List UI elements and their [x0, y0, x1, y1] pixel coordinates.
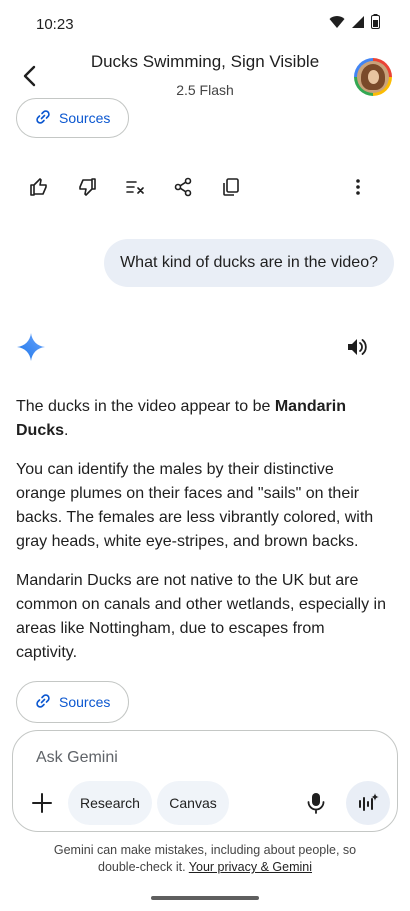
response-actions — [22, 170, 392, 204]
live-button[interactable] — [346, 781, 390, 825]
answer-p1-suffix: . — [64, 422, 69, 439]
conversation-title: Ducks Swimming, Sign Visible — [90, 52, 320, 71]
prompt-input[interactable]: Ask Gemini — [36, 749, 118, 767]
signal-icon — [351, 15, 365, 34]
share-icon[interactable] — [166, 170, 200, 204]
answer-paragraph-3: Mandarin Ducks are not native to the UK … — [16, 572, 386, 661]
battery-icon — [371, 14, 380, 34]
sources-chip[interactable]: Sources — [16, 681, 130, 723]
answer-p1-text: The ducks in the video appear to be — [16, 398, 275, 415]
research-button[interactable]: Research — [68, 781, 152, 825]
gemini-sparkle-icon — [16, 332, 46, 362]
status-time: 10:23 — [36, 16, 74, 33]
plus-icon — [32, 793, 52, 813]
answer-paragraph-2: You can identify the males by their dist… — [16, 461, 374, 550]
user-message-text: What kind of ducks are in the video? — [120, 254, 378, 271]
disclaimer: Gemini can make mistakes, including abou… — [40, 842, 370, 876]
privacy-link[interactable]: Your privacy & Gemini — [189, 860, 312, 874]
link-icon — [35, 109, 51, 128]
status-bar: 10:23 — [0, 0, 410, 50]
home-indicator[interactable] — [151, 896, 259, 900]
more-options-icon[interactable] — [341, 170, 375, 204]
add-button[interactable] — [28, 789, 56, 817]
sources-label: Sources — [59, 110, 111, 126]
microphone-icon — [307, 793, 325, 814]
microphone-button[interactable] — [303, 790, 329, 816]
modify-response-icon[interactable] — [118, 170, 152, 204]
avatar[interactable] — [354, 58, 392, 96]
canvas-button[interactable]: Canvas — [157, 781, 229, 825]
sources-label: Sources — [59, 694, 111, 710]
link-icon — [35, 693, 51, 712]
answer-paragraph-1: The ducks in the video appear to be Mand… — [16, 395, 386, 443]
wifi-icon — [329, 15, 345, 34]
thumbs-down-icon[interactable] — [70, 170, 104, 204]
sources-chip-top[interactable]: Sources — [16, 98, 130, 138]
user-message-bubble: What kind of ducks are in the video? — [104, 239, 394, 287]
status-icons — [329, 14, 380, 34]
copy-icon[interactable] — [214, 170, 248, 204]
model-name[interactable]: 2.5 Flash — [0, 82, 410, 98]
thumbs-up-icon[interactable] — [22, 170, 56, 204]
speaker-icon[interactable] — [344, 334, 370, 360]
live-waveform-icon — [359, 793, 379, 811]
